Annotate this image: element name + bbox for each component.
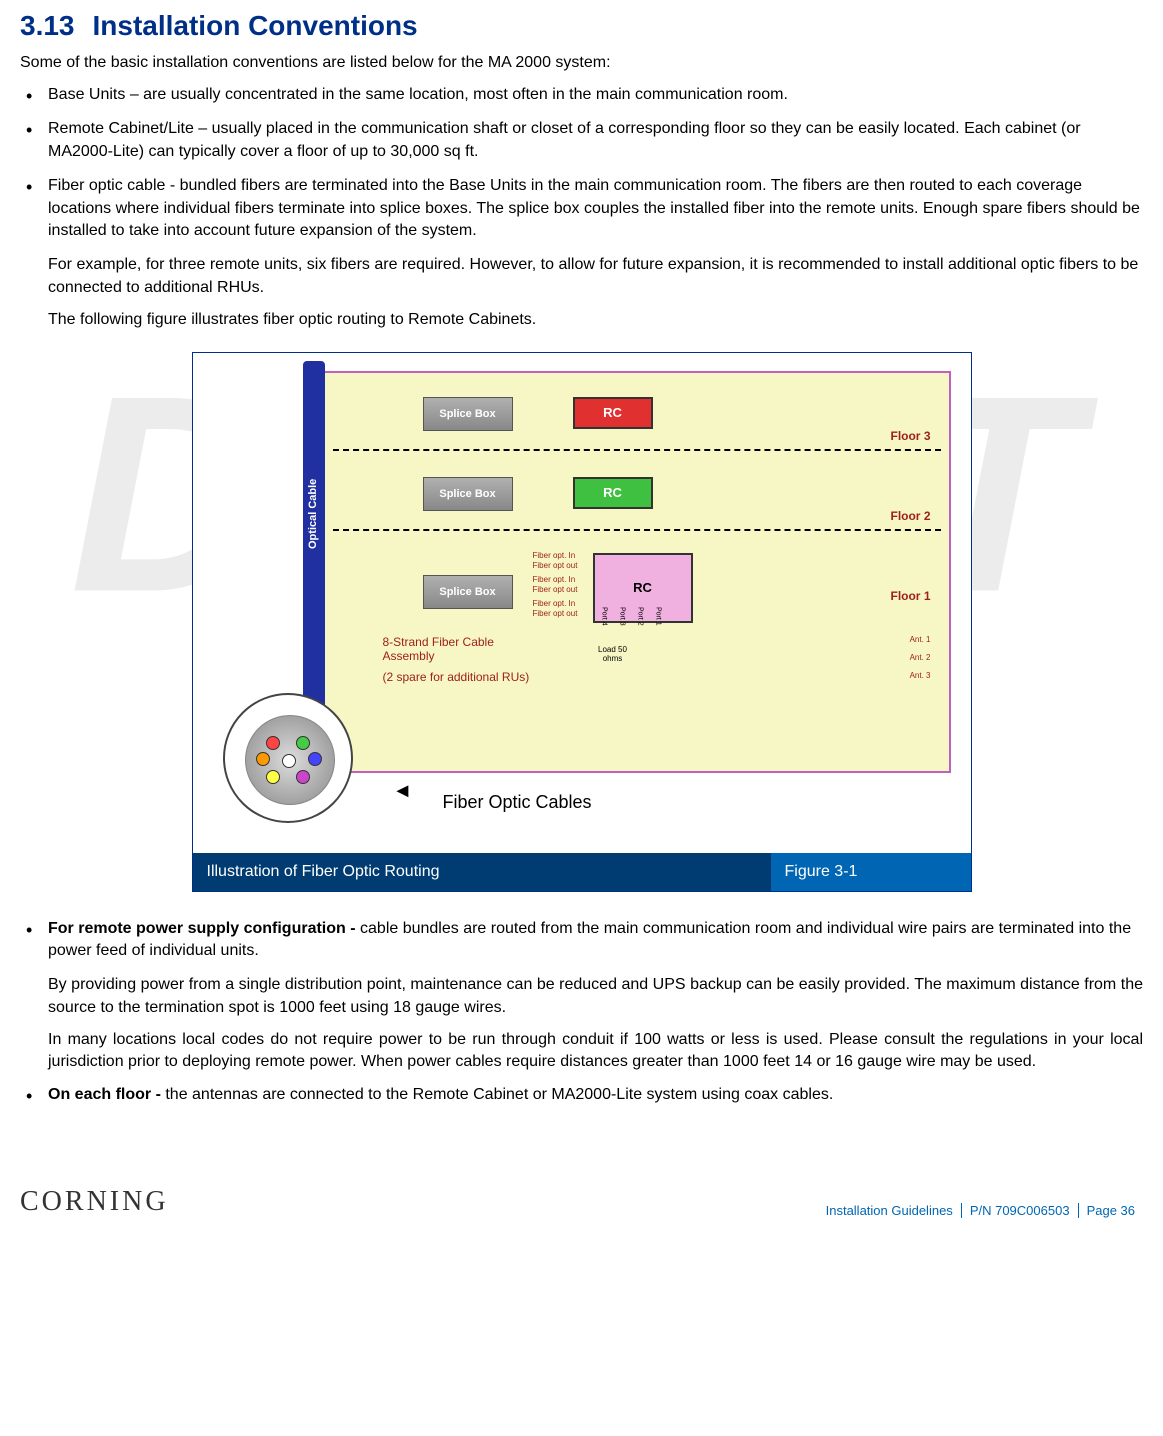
rc-box-red: RC	[573, 397, 653, 429]
list-item: Base Units – are usually concentrated in…	[20, 84, 1143, 106]
spare-annotation: (2 spare for additional RUs)	[383, 670, 533, 684]
fiber-dot-purple	[296, 770, 310, 784]
sub-paragraph: By providing power from a single distrib…	[20, 974, 1143, 1019]
fiber-dot-white	[282, 754, 296, 768]
intro-paragraph: Some of the basic installation conventio…	[20, 54, 1143, 72]
fiber-in-label: Fiber opt. In	[533, 599, 576, 608]
ant-3-label: Ant. 3	[910, 671, 931, 680]
list-item: Fiber optic cable - bundled fibers are t…	[20, 175, 1143, 242]
page-footer: CORNING Installation Guidelines P/N 709C…	[20, 1186, 1143, 1218]
footer-page: Page 36	[1079, 1203, 1143, 1218]
figure-block: Optical Cable Splice Box RC Floor 3 Spli…	[192, 352, 972, 892]
figure-caption-bar: Illustration of Fiber Optic Routing Figu…	[193, 853, 971, 891]
strand-annotation: 8-Strand Fiber Cable Assembly	[383, 635, 533, 663]
floor-1-row: Splice Box Fiber opt. In Fiber opt out F…	[333, 545, 941, 705]
list-item-text: the antennas are connected to the Remote…	[165, 1086, 833, 1103]
section-title: Installation Conventions	[93, 10, 418, 41]
section-heading: 3.13 Installation Conventions	[20, 10, 1143, 42]
port-2: Port 2	[637, 607, 644, 626]
floor-3-label: Floor 3	[890, 429, 930, 443]
section-number: 3.13	[20, 10, 75, 41]
floor-1-label: Floor 1	[890, 589, 930, 603]
figure-caption-text: Illustration of Fiber Optic Routing	[193, 853, 771, 891]
sub-paragraph: In many locations local codes do not req…	[20, 1029, 1143, 1074]
port-3: Port 3	[619, 607, 626, 626]
floor-2-label: Floor 2	[890, 509, 930, 523]
footer-pn: P/N 709C006503	[962, 1203, 1079, 1218]
corning-logo: CORNING	[20, 1186, 169, 1218]
fiber-dot-green	[296, 736, 310, 750]
list-item: On each floor - the antennas are connect…	[20, 1084, 1143, 1106]
sub-paragraph: The following figure illustrates fiber o…	[20, 309, 1143, 331]
footer-right: Installation Guidelines P/N 709C006503 P…	[818, 1203, 1143, 1218]
fiber-dot-yellow	[266, 770, 280, 784]
splice-box-1: Splice Box	[423, 575, 513, 609]
fiber-out-label: Fiber opt out	[533, 561, 578, 570]
cable-inner	[245, 715, 335, 805]
fiber-in-label: Fiber opt. In	[533, 551, 576, 560]
bold-lead: On each floor -	[48, 1086, 165, 1103]
figure-number: Figure 3-1	[771, 853, 971, 891]
cable-cross-section	[223, 693, 353, 823]
fiber-optic-cables-label: Fiber Optic Cables	[443, 792, 592, 813]
port-1: Port 1	[655, 607, 662, 626]
optical-cable-label: Optical Cable	[305, 474, 321, 552]
page-content: 3.13 Installation Conventions Some of the…	[20, 10, 1143, 1218]
floor-3-row: Splice Box RC Floor 3	[333, 383, 941, 451]
splice-box-2: Splice Box	[423, 477, 513, 511]
bullet-list-3: On each floor - the antennas are connect…	[20, 1084, 1143, 1106]
floor-2-row: Splice Box RC Floor 2	[333, 463, 941, 531]
ant-2-label: Ant. 2	[910, 653, 931, 662]
ant-1-label: Ant. 1	[910, 635, 931, 644]
sub-paragraph: For example, for three remote units, six…	[20, 254, 1143, 299]
rc-box-green: RC	[573, 477, 653, 509]
figure-diagram: Optical Cable Splice Box RC Floor 3 Spli…	[193, 353, 971, 853]
fiber-in-label: Fiber opt. In	[533, 575, 576, 584]
fiber-dot-blue	[308, 752, 322, 766]
footer-guidelines: Installation Guidelines	[818, 1203, 962, 1218]
port-4: Port 4	[601, 607, 608, 626]
fiber-dot-orange	[256, 752, 270, 766]
load-label: Load 50 ohms	[593, 645, 633, 663]
bullet-list-1: Base Units – are usually concentrated in…	[20, 84, 1143, 242]
bold-lead: For remote power supply configuration -	[48, 920, 360, 937]
arrow-icon: ◄	[393, 780, 413, 803]
splice-box-3: Splice Box	[423, 397, 513, 431]
fiber-out-label: Fiber opt out	[533, 609, 578, 618]
list-item: Remote Cabinet/Lite – usually placed in …	[20, 118, 1143, 163]
bullet-list-2: For remote power supply configuration - …	[20, 918, 1143, 963]
fiber-out-label: Fiber opt out	[533, 585, 578, 594]
fiber-dot-red	[266, 736, 280, 750]
list-item: For remote power supply configuration - …	[20, 918, 1143, 963]
